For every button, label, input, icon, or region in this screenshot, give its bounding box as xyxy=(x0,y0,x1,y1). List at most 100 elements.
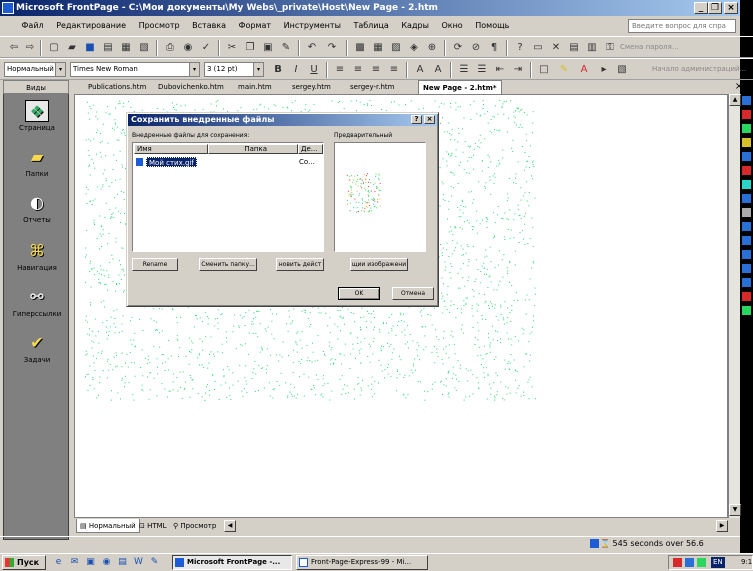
increase-indent-icon[interactable]: ⇥ xyxy=(510,62,526,77)
view-navigation[interactable]: ⌘ Навигация xyxy=(4,240,70,272)
tab-html[interactable]: ⊡ HTML xyxy=(136,519,170,533)
paste-icon[interactable]: ▣ xyxy=(260,40,276,55)
increase-font-icon[interactable]: A xyxy=(412,62,428,77)
tab-new-page[interactable]: New Page - 2.htm* xyxy=(418,80,502,94)
tray-icon[interactable] xyxy=(685,558,694,567)
spelling-icon[interactable]: ✓ xyxy=(198,40,214,55)
delete-icon[interactable]: ✕ xyxy=(548,40,564,55)
restore-button[interactable]: ❐ xyxy=(708,2,722,14)
help-question-input[interactable]: Введите вопрос для спра xyxy=(628,19,736,33)
new-page-icon[interactable]: ▢ xyxy=(46,40,62,55)
vertical-scrollbar[interactable]: ▲ ▼ xyxy=(728,94,741,518)
menu-help[interactable]: Помощь xyxy=(470,17,514,35)
language-indicator[interactable]: EN xyxy=(711,557,725,568)
align-right-icon[interactable]: ≡ xyxy=(368,62,384,77)
help-icon[interactable]: ? xyxy=(512,40,528,55)
print-preview-icon[interactable]: ▧ xyxy=(136,40,152,55)
cancel-button[interactable]: Отмена xyxy=(392,287,434,300)
tab-preview[interactable]: ⚲ Просмотр xyxy=(170,519,219,533)
menu-table[interactable]: Таблица xyxy=(348,17,393,35)
scroll-up-icon[interactable]: ▲ xyxy=(729,94,741,106)
ie-icon[interactable]: e xyxy=(52,556,65,569)
dialog-help-button[interactable]: ? xyxy=(411,115,422,124)
image-options-button[interactable]: щии изображени xyxy=(350,258,408,271)
image-tool-icon[interactable]: ▧ xyxy=(614,62,630,77)
tab-main[interactable]: main.htm xyxy=(234,80,276,94)
copy-icon[interactable]: ❐ xyxy=(242,40,258,55)
hscroll-right-icon[interactable]: ▶ xyxy=(716,520,728,532)
column-action[interactable]: Де... xyxy=(298,144,323,154)
tray-icon[interactable] xyxy=(697,558,706,567)
font-select[interactable]: Times New Roman ▾ xyxy=(70,62,200,77)
menu-file[interactable]: Файл xyxy=(17,17,49,35)
task-frontpage[interactable]: Microsoft FrontPage -... xyxy=(172,555,292,570)
menu-frames[interactable]: Кадры xyxy=(396,17,434,35)
format-painter-icon[interactable]: ✎ xyxy=(278,40,294,55)
frontpage-quick-icon[interactable]: ▤ xyxy=(116,556,129,569)
view-folders[interactable]: ▰ Папки xyxy=(4,146,70,178)
word-icon[interactable]: W xyxy=(132,556,145,569)
menu-tools[interactable]: Инструменты xyxy=(279,17,346,35)
channels-icon[interactable]: ◉ xyxy=(100,556,113,569)
scroll-down-icon[interactable]: ▼ xyxy=(729,504,741,516)
column-name[interactable]: Имя xyxy=(134,144,208,154)
bullets-icon[interactable]: ☰ xyxy=(474,62,490,77)
list-icon[interactable]: ▤ xyxy=(566,40,582,55)
italic-button[interactable]: I xyxy=(288,62,304,77)
change-folder-button[interactable]: Сменить папку... xyxy=(199,258,257,271)
tab-sergey[interactable]: sergey.htm xyxy=(288,80,335,94)
desktop-icon[interactable]: ▣ xyxy=(84,556,97,569)
menu-view[interactable]: Просмотр xyxy=(134,17,185,35)
highlight-icon[interactable]: ✎ xyxy=(556,62,572,77)
minimize-button[interactable]: _ xyxy=(694,2,708,14)
stop-icon[interactable]: ⊘ xyxy=(468,40,484,55)
tab-normal[interactable]: ▤ Нормальный xyxy=(76,519,140,533)
web-component-icon[interactable]: ▩ xyxy=(352,40,368,55)
password-icon[interactable]: ⚿ xyxy=(602,40,618,55)
column-folder[interactable]: Папка xyxy=(208,144,298,154)
align-center-icon[interactable]: ≡ xyxy=(350,62,366,77)
task-frontpage-express[interactable]: Front-Page-Express-99 - Mi... xyxy=(296,555,428,570)
forward-icon[interactable]: ⇨ xyxy=(22,40,38,55)
size-select[interactable]: 3 (12 pt) ▾ xyxy=(204,62,264,77)
rename-button[interactable]: Rename xyxy=(132,258,178,271)
save-icon[interactable]: ■ xyxy=(82,40,98,55)
dialog-close-button[interactable]: × xyxy=(424,115,435,124)
align-left-icon[interactable]: ≡ xyxy=(332,62,348,77)
file-name[interactable]: Мой стих.gif xyxy=(146,157,197,167)
view-tasks[interactable]: ✔ Задачи xyxy=(4,332,70,364)
drawing-icon[interactable]: ◈ xyxy=(406,40,422,55)
menu-window[interactable]: Окно xyxy=(436,17,467,35)
menu-format[interactable]: Формат xyxy=(234,17,276,35)
refresh-icon[interactable]: ⟳ xyxy=(450,40,466,55)
insert-table-icon[interactable]: ▦ xyxy=(370,40,386,55)
show-all-icon[interactable]: ¶ xyxy=(486,40,502,55)
folder-icon[interactable]: ▭ xyxy=(530,40,546,55)
font-color-icon[interactable]: A xyxy=(576,62,592,77)
undo-icon[interactable]: ↶ xyxy=(304,40,320,55)
view-reports[interactable]: ◐ Отчеты xyxy=(4,192,70,224)
insert-picture-icon[interactable]: ▨ xyxy=(388,40,404,55)
tab-dubovichenko[interactable]: Dubovichenko.htm xyxy=(154,80,228,94)
underline-button[interactable]: U xyxy=(306,62,322,77)
print-icon[interactable]: ⎙ xyxy=(162,40,178,55)
folder-list-icon[interactable]: ▦ xyxy=(118,40,134,55)
tray-icon[interactable] xyxy=(673,558,682,567)
style-select[interactable]: Нормальный ▾ xyxy=(4,62,66,77)
set-action-button[interactable]: новить дейст xyxy=(276,258,324,271)
cut-icon[interactable]: ✂ xyxy=(224,40,240,55)
publish-icon[interactable]: ▤ xyxy=(100,40,116,55)
preview-icon[interactable]: ◉ xyxy=(180,40,196,55)
close-button[interactable]: × xyxy=(724,2,738,14)
view-hyperlinks[interactable]: ⚯ Гиперссылки xyxy=(4,286,70,318)
view-page[interactable]: ❖ Страница xyxy=(4,100,70,132)
ok-button[interactable]: OK xyxy=(338,287,380,300)
open-icon[interactable]: ▰ xyxy=(64,40,80,55)
menu-insert[interactable]: Вставка xyxy=(187,17,231,35)
back-icon[interactable]: ⇦ xyxy=(6,40,22,55)
bold-button[interactable]: B xyxy=(270,62,286,77)
tab-sergey-r[interactable]: sergey-r.htm xyxy=(346,80,398,94)
tab-publications[interactable]: Publications.htm xyxy=(84,80,150,94)
web-icon[interactable]: ▥ xyxy=(584,40,600,55)
decrease-font-icon[interactable]: A xyxy=(430,62,446,77)
